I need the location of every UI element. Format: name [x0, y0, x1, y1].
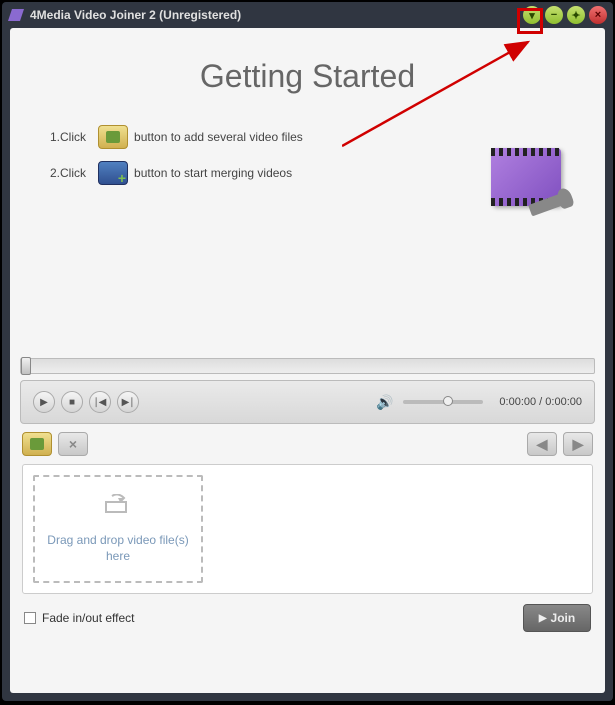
- close-button[interactable]: ×: [589, 6, 607, 24]
- volume-slider[interactable]: [403, 400, 483, 404]
- dropzone[interactable]: Drag and drop video file(s) here: [33, 475, 203, 583]
- fade-label: Fade in/out effect: [42, 611, 135, 625]
- volume-knob[interactable]: [443, 396, 453, 406]
- volume-icon: 🔊: [376, 394, 393, 411]
- minimize-button[interactable]: −: [545, 6, 563, 24]
- add-file-button[interactable]: [22, 432, 52, 456]
- merge-icon: [98, 161, 128, 185]
- step-2-suffix: button to start merging videos: [134, 166, 292, 180]
- annotation-arrow-icon: [342, 38, 542, 148]
- join-button[interactable]: ▶ Join: [523, 604, 591, 632]
- fade-checkbox[interactable]: [24, 612, 36, 624]
- dropzone-icon: [98, 494, 138, 527]
- app-window: 4Media Video Joiner 2 (Unregistered) ▾ −…: [2, 2, 613, 701]
- file-toolbar: × ◀ ▶: [10, 424, 605, 464]
- player-bar: ▶ ■ ∣◀ ▶∣ 🔊 0:00:00 / 0:00:00: [20, 380, 595, 424]
- timeline-track[interactable]: [20, 358, 595, 374]
- bottom-bar: Fade in/out effect ▶ Join: [10, 594, 605, 642]
- next-button[interactable]: ▶∣: [117, 391, 139, 413]
- remove-file-button[interactable]: ×: [58, 432, 88, 456]
- move-left-button[interactable]: ◀: [527, 432, 557, 456]
- window-title: 4Media Video Joiner 2 (Unregistered): [30, 8, 523, 22]
- prev-button[interactable]: ∣◀: [89, 391, 111, 413]
- step-1-prefix: 1.Click: [50, 130, 86, 144]
- step-1-suffix: button to add several video files: [134, 130, 303, 144]
- video-tool-illustration: [491, 148, 561, 206]
- move-right-button[interactable]: ▶: [563, 432, 593, 456]
- annotation-highlight: [517, 8, 543, 34]
- join-label: Join: [551, 611, 576, 625]
- add-files-icon: [98, 125, 128, 149]
- step-2: 2.Click button to start merging videos: [50, 161, 565, 185]
- maximize-button[interactable]: ✦: [567, 6, 585, 24]
- stop-button[interactable]: ■: [61, 391, 83, 413]
- time-display: 0:00:00 / 0:00:00: [499, 396, 582, 408]
- file-list: Drag and drop video file(s) here: [22, 464, 593, 594]
- dropzone-label: Drag and drop video file(s) here: [35, 533, 201, 564]
- timeline-handle[interactable]: [21, 357, 31, 375]
- join-icon: ▶: [539, 613, 547, 624]
- app-logo-icon: [8, 9, 24, 21]
- step-2-prefix: 2.Click: [50, 166, 86, 180]
- play-button[interactable]: ▶: [33, 391, 55, 413]
